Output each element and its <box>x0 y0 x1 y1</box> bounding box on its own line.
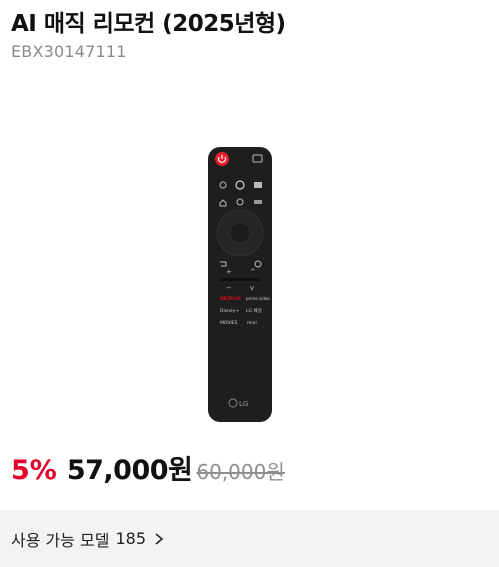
svg-text:^: ^ <box>250 268 256 276</box>
volume-channel-rocker <box>217 276 263 283</box>
discount-rate: 5% <box>11 455 57 486</box>
compatible-models-bar: 사용 가능 모델 185 <box>0 510 499 567</box>
model-code: EBX30147111 <box>11 42 127 61</box>
netflix-button: NETFLIX <box>220 296 242 302</box>
prime-video-button: prime video <box>246 296 270 301</box>
svg-text:v: v <box>250 284 254 292</box>
price-row: 5% 57,000원 60,000원 <box>11 448 285 488</box>
disney-button: Disney+ <box>220 308 239 314</box>
movies-button: MOVIES <box>220 320 238 326</box>
sale-price: 57,000원 <box>66 455 193 486</box>
menu-icon <box>254 182 262 188</box>
svg-text:−: − <box>226 284 232 292</box>
lg-logo-text: LG <box>239 400 248 408</box>
product-title: AI 매직 리모컨 (2025년형) <box>11 11 286 37</box>
product-image: + ^ − v NETFLIX prime video Disney+ LG 채… <box>150 140 350 430</box>
lg-channels-button: LG 채널 <box>246 307 262 314</box>
compatible-models-count: 185 <box>115 529 147 548</box>
ok-wheel <box>229 222 251 244</box>
guide-icon <box>254 200 262 204</box>
mini-button: mini <box>247 320 257 326</box>
chevron-right-icon <box>155 532 164 545</box>
remote-control-icon: + ^ − v NETFLIX prime video Disney+ LG 채… <box>208 147 272 422</box>
remote-body <box>208 147 272 422</box>
svg-text:+: + <box>226 268 232 276</box>
compatible-models-link[interactable]: 사용 가능 모델 185 <box>11 527 166 551</box>
compatible-models-label: 사용 가능 모델 <box>11 530 110 550</box>
original-price: 60,000원 <box>196 460 285 484</box>
